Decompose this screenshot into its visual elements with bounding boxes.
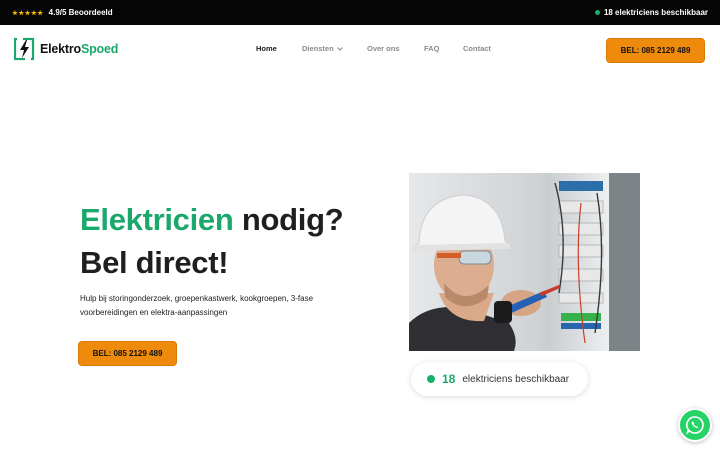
hero-title: Elektricien nodig? Bel direct! — [80, 198, 344, 284]
rating-text: 4.9/5 Beoordeeld — [48, 8, 113, 17]
hero-subtitle-line1: Hulp bij storingonderzoek, groepenkastwe… — [80, 294, 314, 303]
logo-text: ElektroSpoed — [40, 42, 118, 56]
whatsapp-icon — [686, 416, 704, 435]
whatsapp-button[interactable] — [678, 408, 712, 442]
star-icon: ★★★★★ — [12, 9, 44, 17]
nav-item-diensten-label: Diensten — [302, 44, 334, 53]
status-dot-icon — [427, 375, 435, 383]
hero-subtitle-line2: voorbereidingen en elektra-aanpassingen — [80, 308, 228, 317]
logo-text-part2: Spoed — [80, 42, 119, 56]
call-button-header[interactable]: BEL: 085 2129 489 — [606, 38, 705, 63]
call-button-hero[interactable]: BEL: 085 2129 489 — [78, 341, 177, 366]
hero-photo — [409, 173, 640, 351]
hero-subtitle: Hulp bij storingonderzoek, groepenkastwe… — [80, 292, 380, 320]
nav-item-diensten[interactable]: Diensten — [302, 44, 343, 53]
electrician-photo — [409, 173, 640, 351]
status-dot-icon — [594, 10, 600, 15]
availability-text: 18 elektriciens beschikbaar — [603, 8, 708, 17]
hero-title-highlight: Elektricien — [80, 202, 234, 237]
nav-item-contact[interactable]: Contact — [463, 44, 491, 53]
nav-item-home[interactable]: Home — [256, 44, 277, 53]
availability-indicator: 18 elektriciens beschikbaar — [594, 8, 708, 17]
hero-title-rest: nodig? — [241, 202, 344, 237]
logo[interactable]: ElektroSpoed — [14, 37, 118, 61]
availability-badge: 18 elektriciens beschikbaar — [411, 362, 588, 396]
nav-item-over-ons[interactable]: Over ons — [367, 44, 400, 53]
logo-text-part1: Elektro — [40, 42, 81, 56]
nav-item-faq[interactable]: FAQ — [424, 44, 439, 53]
hero-title-line2: Bel direct! — [80, 245, 229, 280]
availability-count: 18 — [442, 372, 456, 386]
logo-bolt-icon — [14, 37, 35, 61]
chevron-down-icon — [336, 46, 343, 51]
rating: ★★★★★ 4.9/5 Beoordeeld — [12, 8, 113, 17]
availability-label: elektriciens beschikbaar — [462, 373, 570, 385]
top-bar: ★★★★★ 4.9/5 Beoordeeld 18 elektriciens b… — [0, 0, 720, 25]
